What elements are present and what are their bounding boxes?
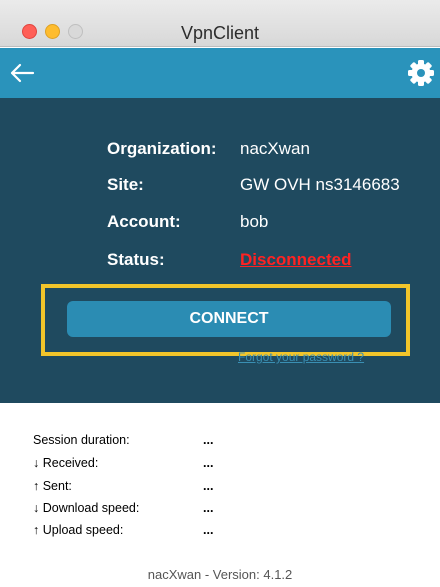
site-row: Site: GW OVH ns3146683 xyxy=(0,175,440,197)
settings-button[interactable] xyxy=(406,58,436,88)
account-label: Account: xyxy=(107,212,181,231)
session-duration-row: Session duration: ... xyxy=(0,433,440,451)
account-row: Account: bob xyxy=(0,212,440,234)
organization-value: nacXwan xyxy=(240,139,310,158)
received-row: ↓ Received: ... xyxy=(0,456,440,474)
sent-label: ↑ Sent: xyxy=(33,479,72,493)
download-speed-label: ↓ Download speed: xyxy=(33,501,140,515)
upload-speed-row: ↑ Upload speed: ... xyxy=(0,523,440,541)
gear-icon xyxy=(408,60,434,86)
account-value: bob xyxy=(240,212,269,231)
window-title: VpnClient xyxy=(180,23,260,43)
upload-speed-label: ↑ Upload speed: xyxy=(33,523,124,537)
received-value: ... xyxy=(203,456,214,470)
arrow-left-icon xyxy=(10,63,35,83)
received-label: ↓ Received: xyxy=(33,456,99,470)
organization-label: Organization: xyxy=(107,139,217,158)
status-row: Status: Disconnected xyxy=(0,250,440,272)
forgot-password-link[interactable]: Forgot your password ? xyxy=(238,350,364,364)
session-duration-value: ... xyxy=(203,433,214,447)
sent-row: ↑ Sent: ... xyxy=(0,479,440,497)
connect-button[interactable]: CONNECT xyxy=(67,301,391,337)
session-duration-label: Session duration: xyxy=(33,433,130,447)
toolbar xyxy=(0,48,440,98)
status-value: Disconnected xyxy=(240,250,352,269)
sent-value: ... xyxy=(203,479,214,493)
download-speed-value: ... xyxy=(203,501,214,515)
download-speed-row: ↓ Download speed: ... xyxy=(0,501,440,519)
back-button[interactable] xyxy=(8,60,38,86)
site-label: Site: xyxy=(107,175,144,194)
site-value: GW OVH ns3146683 xyxy=(240,175,400,194)
status-label: Status: xyxy=(107,250,165,269)
title-bar: VpnClient xyxy=(0,0,440,47)
version-footer: nacXwan - Version: 4.1.2 xyxy=(147,567,293,582)
organization-row: Organization: nacXwan xyxy=(0,139,440,161)
upload-speed-value: ... xyxy=(203,523,214,537)
